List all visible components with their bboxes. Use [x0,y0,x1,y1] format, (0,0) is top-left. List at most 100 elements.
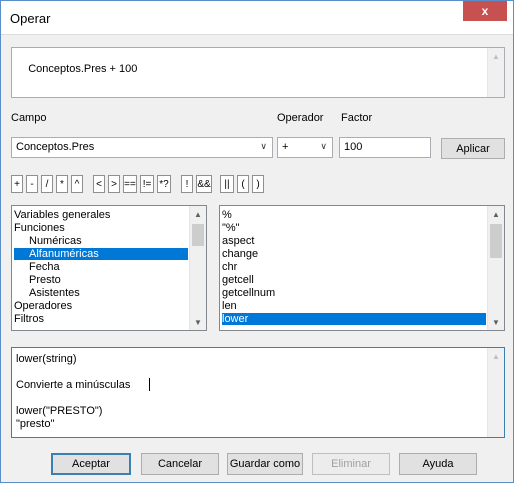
operator-label: / [45,178,49,190]
category-list[interactable]: Variables generales Funciones Numéricas … [11,205,207,331]
operator-label: ( [241,178,245,190]
list-item-label: Variables generales [14,209,111,221]
help-example-result: "presto" [16,418,55,430]
list-item-label: aspect [222,235,255,247]
list-item[interactable]: Presto [14,274,188,286]
list-item[interactable]: change [222,248,486,260]
operator-button-and[interactable]: && [196,175,212,193]
operator-button-equal[interactable]: == [123,175,137,193]
operator-label: *? [159,178,169,190]
scroll-up-icon[interactable]: ▲ [190,206,206,222]
list-item[interactable]: Operadores [14,300,188,312]
operador-label: Operador [277,112,324,124]
scrollbar-thumb[interactable] [192,224,204,246]
list-item[interactable]: lower [222,313,486,325]
list-item-label: Numéricas [29,235,82,247]
list-item[interactable]: Asistentes [14,287,188,299]
operator-label: != [142,178,152,190]
campo-select[interactable]: Conceptos.Pres ∨ [11,137,273,158]
operator-button-less[interactable]: < [93,175,105,193]
formula-textarea[interactable]: Conceptos.Pres + 100 ▲ [11,47,505,98]
help-button-label: Ayuda [422,458,454,470]
list-item[interactable]: aspect [222,235,486,247]
operator-label: || [224,178,230,190]
operator-button-minus[interactable]: - [26,175,38,193]
dialog-title: Operar [10,11,51,26]
operator-button-plus[interactable]: + [11,175,23,193]
operator-button-not-equal[interactable]: != [140,175,154,193]
accept-button-label: Aceptar [72,458,110,470]
operator-button-divide[interactable]: / [41,175,53,193]
list-item[interactable]: Numéricas [14,235,188,247]
operator-button-power[interactable]: ^ [71,175,83,193]
function-list[interactable]: % "%" aspect change chr getcell getcelln… [219,205,505,331]
cancel-button[interactable]: Cancelar [141,453,219,475]
list-item[interactable]: Fecha [14,261,188,273]
list-item[interactable]: Alfanuméricas [14,248,188,260]
help-textarea[interactable]: lower(string) Convierte a minúsculas low… [11,347,505,438]
help-description: Convierte a minúsculas [16,379,131,391]
list-item[interactable]: % [222,209,486,221]
list-item-label: Asistentes [29,287,80,299]
operator-button-wildcard[interactable]: *? [157,175,171,193]
scroll-up-icon[interactable]: ▲ [488,206,504,222]
help-scrollbar[interactable]: ▲ [487,348,504,437]
operator-label: == [124,178,136,190]
save-as-button[interactable]: Guardar como [227,453,303,475]
scroll-down-icon[interactable]: ▼ [488,314,504,330]
apply-button-label: Aplicar [456,142,490,155]
operator-label: + [14,178,20,190]
scrollbar-thumb[interactable] [490,224,502,258]
factor-input-value: 100 [344,141,363,153]
operador-select-value: + [282,141,289,153]
campo-label: Campo [11,112,47,124]
scroll-down-icon[interactable]: ▼ [190,314,206,330]
chevron-down-icon: ∨ [320,141,327,151]
list-item-label: "%" [222,222,240,234]
list-item[interactable]: Filtros [14,313,188,325]
operator-label: > [111,178,117,190]
list-item[interactable]: chr [222,261,486,273]
apply-button[interactable]: Aplicar [441,138,505,159]
operator-label: ! [185,178,189,190]
chevron-down-icon: ∨ [260,141,267,151]
list-item[interactable]: len [222,300,486,312]
scroll-up-icon[interactable]: ▲ [488,348,504,364]
list-item-label: lower [222,313,249,325]
operador-select[interactable]: + ∨ [277,137,333,158]
close-button[interactable]: x [463,1,507,21]
list-item[interactable]: "%" [222,222,486,234]
close-icon: x [481,4,489,18]
cancel-button-label: Cancelar [157,458,203,470]
delete-button: Eliminar [312,453,390,475]
list-item-label: len [222,300,237,312]
list-item[interactable]: Variables generales [14,209,188,221]
formula-scrollbar[interactable]: ▲ [487,48,504,97]
operator-button-not[interactable]: ! [181,175,193,193]
list-item[interactable]: getcellnum [222,287,486,299]
list-item[interactable]: Funciones [14,222,188,234]
factor-input[interactable]: 100 [339,137,431,158]
accept-button[interactable]: Aceptar [51,453,131,475]
list-item[interactable]: getcell [222,274,486,286]
operator-button-multiply[interactable]: * [56,175,68,193]
operator-button-greater[interactable]: > [108,175,120,193]
operator-button-close-paren[interactable]: ) [252,175,264,193]
operator-button-or[interactable]: || [220,175,234,193]
operator-label: ^ [74,178,80,190]
operator-button-open-paren[interactable]: ( [237,175,249,193]
list-item-label: Operadores [14,300,73,312]
operator-label: * [60,178,64,190]
list-item-label: getcell [222,274,254,286]
help-example-call: lower("PRESTO") [16,405,103,417]
list-item-label: change [222,248,259,260]
save-as-button-label: Guardar como [229,458,301,470]
operator-label: ) [256,178,260,190]
title-bar: Operar x [1,1,513,35]
scroll-up-icon[interactable]: ▲ [488,48,504,64]
operator-label: && [197,178,211,190]
help-button[interactable]: Ayuda [399,453,477,475]
category-list-scrollbar[interactable]: ▲ ▼ [189,206,206,330]
function-list-scrollbar[interactable]: ▲ ▼ [487,206,504,330]
operator-label: - [30,178,34,190]
